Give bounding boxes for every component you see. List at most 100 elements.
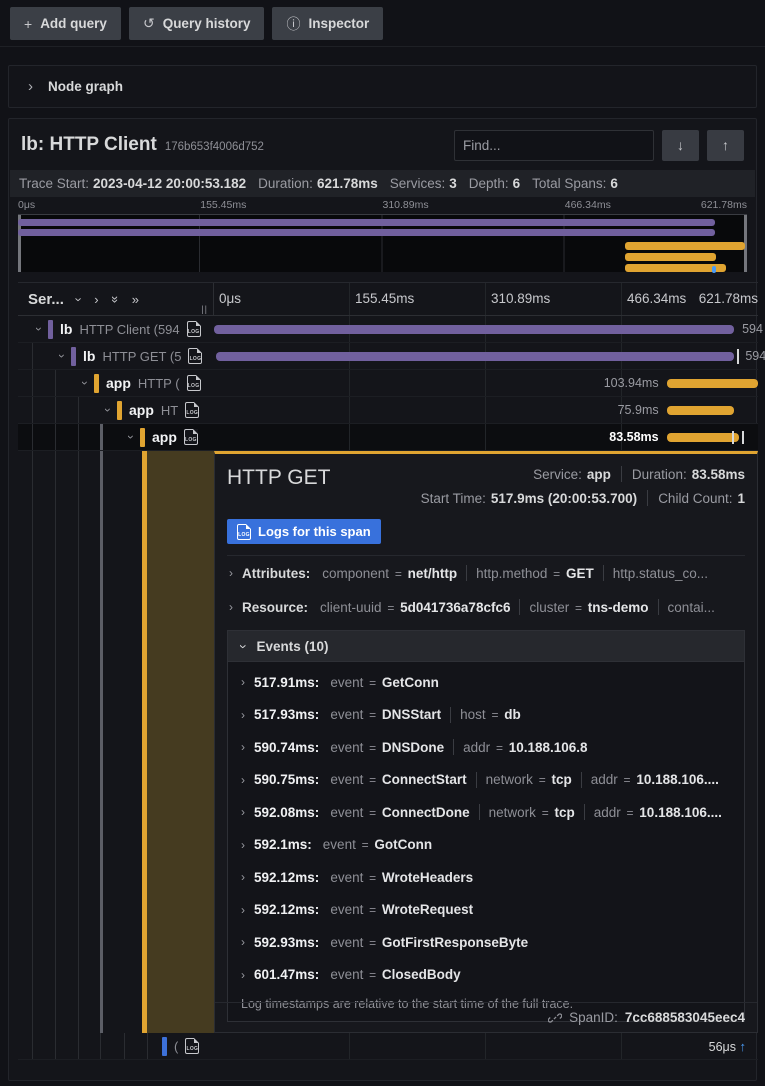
event-row[interactable]: ›601.47ms:event = ClosedBody [228, 959, 744, 992]
event-time: 601.47ms: [254, 967, 319, 982]
span-operation: HT [161, 403, 178, 418]
event-row[interactable]: ›592.1ms:event = GotConn [228, 829, 744, 862]
divider [466, 565, 467, 581]
span-row-app-2[interactable]: › app HT LOG 75.9ms [18, 397, 758, 424]
find-input[interactable] [454, 130, 654, 161]
event-time: 590.74ms: [254, 740, 319, 755]
attributes-row[interactable]: › Attributes: component = net/http http.… [227, 556, 745, 590]
span-logs-icon[interactable]: LOG [187, 321, 201, 337]
tick-label: 466.34ms [622, 291, 686, 306]
span-lb-http-client [18, 219, 715, 226]
chevron-down-icon: › [236, 644, 251, 649]
span-app-3 [625, 264, 726, 272]
chevron-right-icon: › [241, 935, 245, 949]
minimap-canvas[interactable] [18, 214, 747, 272]
span-logs-icon[interactable]: LOG [185, 1038, 199, 1054]
span-timeline-cell[interactable]: 103.94ms [214, 370, 758, 396]
query-history-button[interactable]: ↺ Query history [129, 7, 265, 40]
attribute-pair: http.method = GET [476, 566, 594, 581]
span-logs-icon[interactable]: LOG [185, 402, 199, 418]
divider [519, 599, 520, 615]
resource-pair: cluster = tns-demo [529, 600, 648, 615]
span-logs-icon[interactable]: LOG [188, 348, 202, 364]
span-row-app-3-selected[interactable]: › app LOG 83.58ms [18, 424, 758, 451]
events-header[interactable]: › Events (10) [228, 631, 744, 662]
event-row[interactable]: ›590.75ms:event = ConnectStartnetwork = … [228, 764, 744, 797]
selection-handle[interactable] [742, 431, 744, 444]
span-timeline-cell[interactable]: 75.9ms [214, 397, 758, 423]
span-detail-highlight [147, 451, 214, 1033]
span-timeline-cell[interactable]: 594 [214, 316, 758, 342]
resource-row[interactable]: › Resource: client-uuid = 5d041736a78cfc… [227, 590, 745, 624]
event-time: 592.12ms: [254, 870, 319, 885]
grafana-explore-page: + Add query ↺ Query history ⓘ Inspector … [0, 0, 765, 1086]
collapse-one-icon[interactable]: › [94, 292, 98, 307]
span-duration-label: 56μs ↑ [709, 1039, 746, 1054]
event-row[interactable]: ›592.12ms:event = WroteHeaders [228, 861, 744, 894]
span-color-bar [48, 320, 53, 339]
expand-all-icon[interactable]: » [108, 295, 123, 302]
trace-start: Trace Start:2023-04-12 20:00:53.182 [19, 176, 246, 191]
span-logs-icon[interactable]: LOG [187, 375, 201, 391]
detail-child-count: Child Count:1 [658, 491, 745, 506]
tick-label: 466.34ms [565, 199, 611, 211]
event-row[interactable]: ›592.93ms:event = GotFirstResponseByte [228, 926, 744, 959]
event-row[interactable]: ›590.74ms:event = DNSDoneaddr = 10.188.1… [228, 731, 744, 764]
resource-pair: contai... [668, 600, 715, 615]
span-duration-bar[interactable] [216, 352, 734, 361]
tick-label: 155.45ms [350, 291, 414, 306]
add-query-button[interactable]: + Add query [10, 7, 121, 40]
event-row[interactable]: ›592.08ms:event = ConnectDonenetwork = t… [228, 796, 744, 829]
attributes-label: Attributes: [242, 566, 310, 581]
span-duration-bar[interactable] [667, 379, 758, 388]
event-row[interactable]: ›592.12ms:event = WroteRequest [228, 894, 744, 927]
chevron-down-icon[interactable]: › [55, 354, 69, 358]
chevron-down-icon[interactable]: › [101, 408, 115, 412]
trace-services: Services:3 [390, 176, 457, 191]
chevron-right-icon: › [241, 968, 245, 982]
span-row-app-1[interactable]: › app HTTP ( LOG 103.94ms [18, 370, 758, 397]
collapse-all-icon[interactable]: » [132, 292, 139, 307]
span-timeline-cell[interactable]: 56μs ↑ [214, 1033, 758, 1059]
span-duration-bar[interactable] [667, 406, 734, 415]
column-resize-grip[interactable]: || [201, 304, 208, 314]
span-lb-http-get [18, 229, 715, 236]
find-next-button[interactable]: ↓ [662, 130, 699, 161]
link-icon[interactable] [548, 1011, 562, 1025]
add-query-label: Add query [40, 16, 107, 31]
event-row[interactable]: ›517.91ms:event = GetConn [228, 666, 744, 699]
resource-label: Resource: [242, 600, 308, 615]
node-graph-panel-header[interactable]: › Node graph [8, 65, 757, 108]
trace-depth: Depth:6 [469, 176, 520, 191]
inspector-button[interactable]: ⓘ Inspector [272, 7, 383, 40]
span-duration-label: 83.58ms [609, 430, 658, 444]
span-detail-meta: Service:app Duration:83.58ms Start Time:… [421, 466, 745, 514]
service-header-label[interactable]: Ser... [28, 291, 64, 308]
scroll-up-arrow-icon[interactable]: ↑ [740, 1039, 747, 1054]
event-row[interactable]: ›517.93ms:event = DNSStarthost = db [228, 699, 744, 732]
info-icon: ⓘ [286, 14, 300, 34]
span-row-lb-http-client[interactable]: › lb HTTP Client (594 LOG 594 [18, 316, 758, 343]
span-duration-bar[interactable] [214, 325, 734, 334]
chevron-down-icon[interactable]: › [72, 297, 87, 301]
span-logs-icon[interactable]: LOG [184, 429, 198, 445]
trace-duration: Duration:621.78ms [258, 176, 378, 191]
tick-label: 310.89ms [486, 291, 550, 306]
tick-label: 0μs [18, 199, 35, 211]
logs-for-span-button[interactable]: LOG Logs for this span [227, 519, 381, 544]
chevron-down-icon[interactable]: › [32, 327, 46, 331]
span-timeline-cell[interactable]: 594 [214, 343, 758, 369]
service-column-header: Ser... › › » » || [18, 283, 214, 315]
span-duration-label: 594 [745, 349, 765, 363]
attribute-pair: http.status_co... [613, 566, 708, 581]
find-prev-button[interactable]: ↑ [707, 130, 744, 161]
span-detail-panel: HTTP GET Service:app Duration:83.58ms St… [214, 451, 758, 1033]
span-row-db[interactable]: ( LOG 56μs ↑ [18, 1033, 758, 1060]
chevron-down-icon[interactable]: › [124, 435, 138, 439]
span-timeline-cell[interactable]: 83.58ms [214, 424, 758, 450]
span-duration-bar[interactable] [667, 433, 740, 442]
selection-handle[interactable] [732, 431, 734, 444]
chevron-right-icon: › [241, 675, 245, 689]
span-row-lb-http-get[interactable]: › lb HTTP GET (5 LOG 594 [18, 343, 758, 370]
chevron-down-icon[interactable]: › [78, 381, 92, 385]
